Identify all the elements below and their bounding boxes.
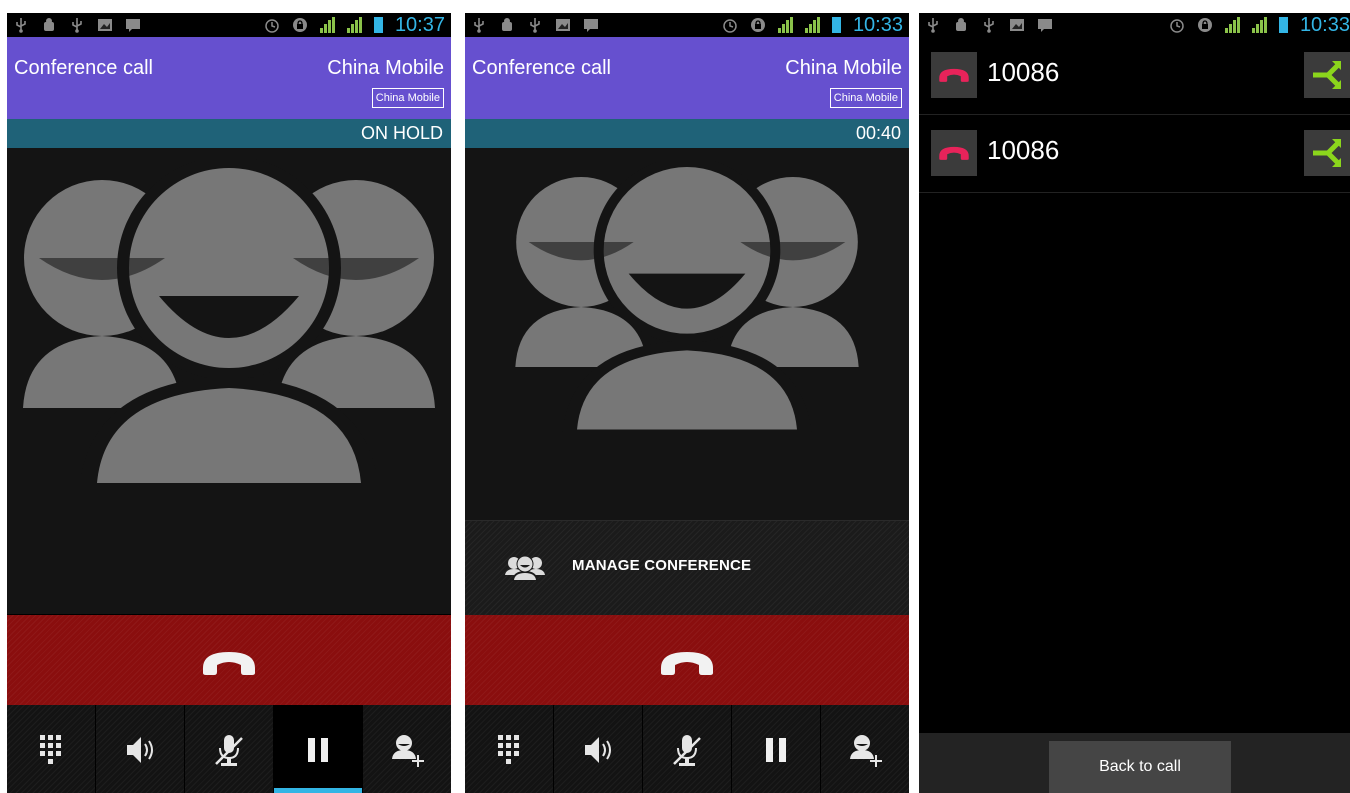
- participant-number: 10086: [987, 57, 1060, 87]
- signal-strength-icon: [804, 17, 820, 33]
- battery-charging-icon: [373, 17, 383, 33]
- end-call-button[interactable]: [7, 615, 451, 705]
- carrier-name: China Mobile: [785, 57, 902, 79]
- signal-strength-icon: [346, 17, 362, 33]
- in-call-controls: [7, 705, 451, 793]
- hold-icon: [301, 733, 335, 767]
- dialpad-icon: [34, 733, 68, 767]
- carrier-name: China Mobile: [327, 57, 444, 79]
- manage-conference-label: MANAGE CONFERENCE: [572, 557, 752, 574]
- conference-call-screen-active: 10:33 Conference call China Mobile China…: [465, 13, 909, 793]
- manage-conference-button[interactable]: MANAGE CONFERENCE: [465, 520, 909, 615]
- hold-button[interactable]: [731, 705, 820, 793]
- notification-icon: [1038, 19, 1052, 32]
- signal-strength-icon: [777, 17, 793, 33]
- back-to-call-button[interactable]: Back to call: [1049, 741, 1231, 793]
- separate-participant-button[interactable]: [1304, 130, 1350, 176]
- call-duration-label: 00:40: [465, 119, 909, 148]
- rotation-lock-icon: [292, 18, 307, 32]
- usb-icon: [474, 18, 484, 33]
- hold-icon: [759, 733, 793, 767]
- conference-group-icon: [505, 555, 545, 581]
- speaker-button[interactable]: [553, 705, 642, 793]
- notification-icon: [126, 19, 140, 32]
- hangup-icon: [937, 65, 971, 83]
- call-title: Conference call: [472, 57, 611, 79]
- rotation-lock-icon: [750, 18, 765, 32]
- manage-conference-screen: 10:33 10086 10086 Back to call: [919, 13, 1350, 793]
- dialpad-icon: [492, 733, 526, 767]
- conference-participant-row: 10086: [919, 115, 1350, 193]
- status-time: 10:33: [852, 13, 903, 36]
- alarm-icon: [1170, 19, 1184, 33]
- sim-carrier-badge: China Mobile: [371, 88, 444, 108]
- signal-strength-icon: [1251, 17, 1267, 33]
- android-debug-icon: [44, 18, 54, 31]
- notification-icon: [584, 19, 598, 32]
- call-header: Conference call China Mobile China Mobil…: [465, 37, 909, 119]
- alarm-icon: [265, 19, 279, 33]
- end-call-button[interactable]: [465, 615, 909, 705]
- conference-call-screen-on-hold: 10:37 Conference call China Mobile China…: [7, 13, 451, 793]
- conference-participant-row: 10086: [919, 37, 1350, 115]
- status-time: 10:37: [394, 13, 445, 36]
- picture-icon: [556, 19, 570, 31]
- add-call-icon: [390, 733, 424, 767]
- add-call-button[interactable]: [820, 705, 909, 793]
- status-time: 10:33: [1299, 13, 1350, 36]
- battery-charging-icon: [1278, 17, 1288, 33]
- signal-strength-icon: [1224, 17, 1240, 33]
- bottom-action-bar: Back to call: [919, 733, 1350, 793]
- hold-button[interactable]: [273, 705, 362, 793]
- caller-photo-area: [465, 148, 909, 520]
- hangup-icon: [657, 646, 717, 676]
- end-participant-call-button[interactable]: [931, 130, 977, 176]
- usb-icon: [72, 18, 82, 33]
- end-participant-call-button[interactable]: [931, 52, 977, 98]
- status-bar: 10:33: [465, 13, 909, 37]
- add-call-icon: [848, 733, 882, 767]
- in-call-controls: [465, 705, 909, 793]
- usb-icon: [984, 18, 994, 33]
- android-debug-icon: [502, 18, 512, 31]
- mute-icon: [212, 733, 246, 767]
- split-call-icon: [1310, 136, 1344, 170]
- signal-strength-icon: [319, 17, 335, 33]
- usb-icon: [16, 18, 26, 33]
- mute-button[interactable]: [184, 705, 273, 793]
- speaker-button[interactable]: [95, 705, 184, 793]
- speaker-icon: [123, 733, 157, 767]
- add-call-button[interactable]: [362, 705, 451, 793]
- battery-charging-icon: [831, 17, 841, 33]
- alarm-icon: [723, 19, 737, 33]
- speaker-icon: [581, 733, 615, 767]
- mute-button[interactable]: [642, 705, 731, 793]
- conference-group-icon: [7, 150, 451, 510]
- sim-carrier-badge: China Mobile: [829, 88, 902, 108]
- picture-icon: [1010, 19, 1024, 31]
- status-bar: 10:37: [7, 13, 451, 37]
- usb-icon: [928, 18, 938, 33]
- split-call-icon: [1310, 58, 1344, 92]
- conference-group-icon: [465, 152, 909, 452]
- call-state-label: ON HOLD: [7, 119, 451, 148]
- separate-participant-button[interactable]: [1304, 52, 1350, 98]
- android-debug-icon: [956, 18, 966, 31]
- usb-icon: [530, 18, 540, 33]
- hangup-icon: [199, 646, 259, 676]
- hangup-icon: [937, 143, 971, 161]
- status-bar: 10:33: [919, 13, 1350, 37]
- participant-number: 10086: [987, 135, 1060, 165]
- dialpad-button[interactable]: [7, 705, 95, 793]
- mute-icon: [670, 733, 704, 767]
- call-title: Conference call: [14, 57, 153, 79]
- call-header: Conference call China Mobile China Mobil…: [7, 37, 451, 119]
- picture-icon: [98, 19, 112, 31]
- rotation-lock-icon: [1197, 18, 1212, 32]
- caller-photo-area: [7, 148, 451, 614]
- dialpad-button[interactable]: [465, 705, 553, 793]
